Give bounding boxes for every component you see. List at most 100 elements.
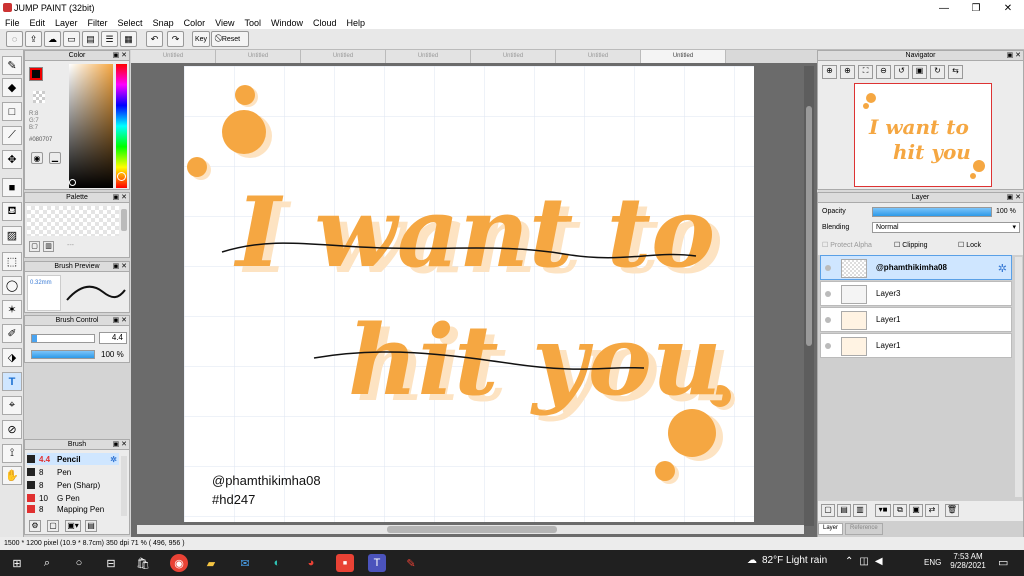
menu-edit[interactable]: Edit (25, 18, 51, 28)
widgets-icon[interactable]: ⊟ (102, 554, 120, 572)
undo-icon[interactable]: ↶ (146, 31, 163, 47)
palette-swatches[interactable] (27, 206, 119, 236)
chrome-icon[interactable]: ◉ (170, 554, 188, 572)
color-sv-square[interactable] (69, 64, 113, 188)
select-pen-icon[interactable]: ✐ (2, 324, 22, 343)
network-icon[interactable]: ◫ (859, 556, 874, 567)
select-eraser-icon[interactable]: ⬗ (2, 348, 22, 367)
foreground-color-swatch[interactable] (29, 67, 43, 81)
tab-reference[interactable]: Reference (845, 523, 883, 535)
brush-item-pencil[interactable]: 4.4 Pencil ✲ (27, 453, 119, 465)
layer-row-layer1-a[interactable]: Layer1 (820, 307, 1012, 332)
rotate-left-icon[interactable]: ↺ (894, 65, 909, 79)
gear-icon[interactable]: ✲ (998, 262, 1007, 275)
page-icon[interactable]: ▤ (82, 31, 99, 47)
clipping-checkbox[interactable]: ☐ Clipping (894, 241, 928, 249)
select-lasso-tool-icon[interactable]: ◯ (2, 276, 22, 295)
protect-alpha-checkbox[interactable]: ☐ Protect Alpha (822, 241, 872, 249)
close-icon[interactable]: ▣ ✕ (1007, 51, 1021, 61)
canvas-vertical-scrollbar[interactable] (804, 66, 814, 526)
brush-size-input[interactable]: 4.4 (99, 332, 127, 344)
visibility-icon[interactable] (825, 343, 831, 349)
list-icon[interactable]: ☰ (101, 31, 118, 47)
navigator-thumbnail[interactable]: I want to hit you (854, 83, 992, 187)
brush-item-pen-sharp[interactable]: 8 Pen (Sharp) (27, 479, 119, 491)
blending-select[interactable]: Normal ▾ (872, 222, 1020, 233)
hand-tool-icon[interactable]: ✋ (2, 466, 22, 485)
menu-cloud[interactable]: Cloud (308, 18, 342, 28)
maximize-button[interactable]: ❐ (960, 0, 992, 16)
delete-palette-icon[interactable]: ▥ (43, 241, 54, 252)
layer-row-layer1-b[interactable]: Layer1 (820, 333, 1012, 358)
new-brush-icon[interactable]: ▢ (47, 520, 59, 532)
brush-list-scrollbar[interactable] (121, 456, 127, 516)
dropper-tool-icon[interactable]: ⊘ (2, 420, 22, 439)
close-icon[interactable]: ▣ ✕ (113, 316, 127, 326)
clock[interactable]: 7:53 AM 9/28/2021 (948, 552, 988, 570)
eraser-tool-icon[interactable]: ◆ (2, 78, 22, 97)
copy-layer-icon[interactable]: ▥ (853, 504, 867, 517)
visibility-icon[interactable] (825, 291, 831, 297)
new-layer-icon[interactable]: ▢ (821, 504, 835, 517)
brush-tool-icon[interactable]: ✎ (2, 56, 22, 75)
copy-brush-icon[interactable]: ▣▾ (65, 520, 81, 532)
input-language[interactable]: ENG (924, 558, 941, 567)
menu-select[interactable]: Select (113, 18, 148, 28)
key-button[interactable]: Key (192, 31, 210, 47)
redo-icon[interactable]: ↷ (167, 31, 184, 47)
mail-icon[interactable]: ✉ (236, 554, 254, 572)
brush-item-pen[interactable]: 8 Pen (27, 466, 119, 478)
reset-button[interactable]: ⃠Reset (211, 31, 249, 47)
close-icon[interactable]: ▣ ✕ (1007, 193, 1021, 203)
menu-tool[interactable]: Tool (239, 18, 266, 28)
palette-icon[interactable]: ◉ (31, 152, 43, 164)
visibility-icon[interactable] (825, 317, 831, 323)
merge-icon[interactable]: ▣ (909, 504, 923, 517)
rectangle-tool-icon[interactable]: □ (2, 102, 22, 121)
zoom-out-icon[interactable]: ⊖ (876, 65, 891, 79)
close-icon[interactable]: ▣ ✕ (113, 51, 127, 61)
brush-item-g-pen[interactable]: 10 G Pen (27, 492, 119, 504)
layer-row-layer3[interactable]: Layer3 (820, 281, 1012, 306)
tab-untitled-active[interactable]: Untitled (641, 50, 726, 63)
tab-untitled-2[interactable]: Untitled (216, 50, 301, 63)
rotate-right-icon[interactable]: ↻ (930, 65, 945, 79)
tab-untitled-3[interactable]: Untitled (301, 50, 386, 63)
close-button[interactable]: ✕ (992, 0, 1024, 16)
text-tool-icon[interactable]: T (2, 372, 22, 391)
gear-icon[interactable]: ✲ (110, 455, 117, 464)
dropper-small-icon[interactable]: ▁ (49, 152, 61, 164)
fit-icon[interactable]: ⛶ (858, 65, 873, 79)
search-icon[interactable]: ⌕ (38, 554, 56, 572)
tray-icons[interactable]: ⌃◫◀ (845, 556, 889, 567)
operation-tool-icon[interactable]: ⌖ (2, 396, 22, 415)
color-picker-handle[interactable] (69, 179, 76, 186)
flip-icon[interactable]: ⇆ (948, 65, 963, 79)
hue-handle[interactable] (117, 172, 126, 181)
new-palette-icon[interactable]: ▢ (29, 241, 40, 252)
weather-widget[interactable]: ☁ 82°F Light rain (747, 555, 827, 566)
menu-window[interactable]: Window (266, 18, 308, 28)
minimize-button[interactable]: — (928, 0, 960, 16)
menu-help[interactable]: Help (342, 18, 371, 28)
line-tool-icon[interactable]: ⟋ (2, 126, 22, 145)
notifications-icon[interactable]: ▭ (998, 556, 1008, 569)
brush-opacity-slider[interactable] (31, 350, 95, 359)
store-icon[interactable]: 🛍 (134, 554, 152, 572)
transfer-icon[interactable]: ⇄ (925, 504, 939, 517)
move-tool-icon[interactable]: ✥ (2, 150, 22, 169)
volume-icon[interactable]: ◀ (875, 556, 889, 567)
lock-checkbox[interactable]: ☐ Lock (958, 241, 981, 249)
grid-icon[interactable]: ▦ (120, 31, 137, 47)
export-icon[interactable]: ⇪ (25, 31, 42, 47)
edit-brush-icon[interactable]: ▤ (85, 520, 97, 532)
tab-untitled-5[interactable]: Untitled (471, 50, 556, 63)
tab-untitled-1[interactable]: Untitled (131, 50, 216, 63)
menu-snap[interactable]: Snap (148, 18, 179, 28)
hue-slider[interactable] (116, 64, 127, 188)
layer-row-phamthikimha08[interactable]: @phamthikimha08 ✲ (820, 255, 1012, 280)
menu-view[interactable]: View (210, 18, 239, 28)
chevron-up-icon[interactable]: ⌃ (845, 556, 859, 567)
transparent-swatch[interactable] (33, 91, 45, 103)
close-icon[interactable]: ▣ ✕ (113, 262, 127, 272)
